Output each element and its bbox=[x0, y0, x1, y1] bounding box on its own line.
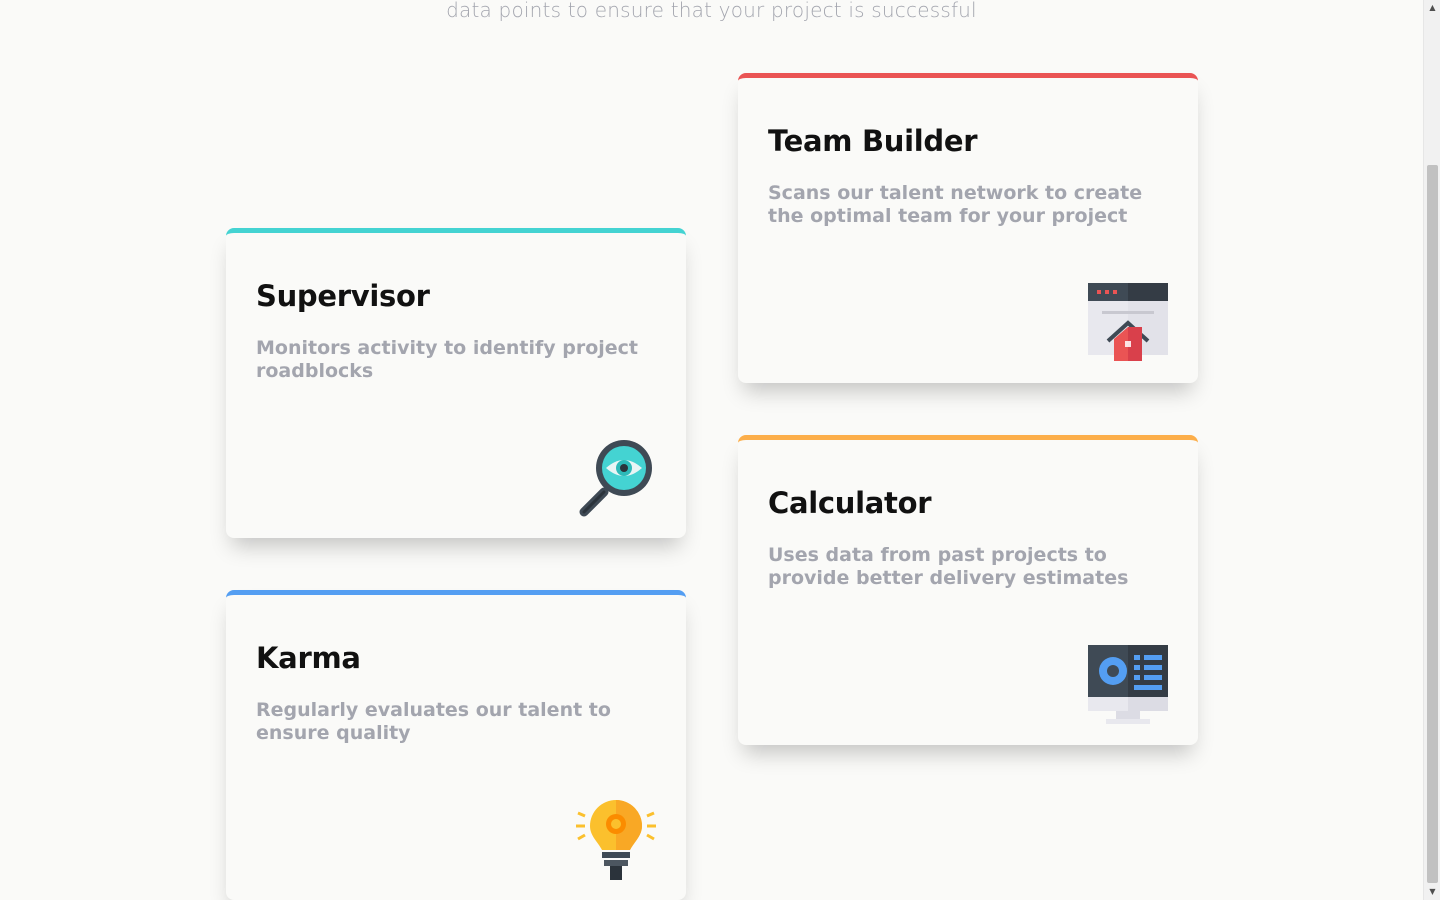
card-title: Karma bbox=[256, 641, 361, 675]
monitor-chart-icon bbox=[1088, 645, 1168, 724]
scroll-up-arrow[interactable]: ▲ bbox=[1427, 2, 1438, 14]
card-title: Team Builder bbox=[768, 124, 978, 158]
card-karma: Karma Regularly evaluates our talent to … bbox=[226, 590, 686, 900]
scroll-thumb[interactable] bbox=[1427, 165, 1438, 883]
card-team-builder: Team Builder Scans our talent network to… bbox=[738, 73, 1198, 383]
card-title: Calculator bbox=[768, 486, 932, 520]
card-description: Monitors activity to identify project ro… bbox=[256, 337, 638, 382]
scroll-down-arrow[interactable]: ▼ bbox=[1427, 886, 1438, 898]
intro-text: data points to ensure that your project … bbox=[446, 0, 977, 22]
card-description: Regularly evaluates our talent to ensure… bbox=[256, 699, 611, 744]
card-supervisor: Supervisor Monitors activity to identify… bbox=[226, 228, 686, 538]
card-description: Uses data from past projects to provide … bbox=[768, 544, 1129, 589]
magnifier-eye-icon bbox=[579, 440, 652, 517]
lightbulb-icon bbox=[576, 800, 656, 880]
vertical-scrollbar[interactable]: ▲ ▼ bbox=[1423, 0, 1440, 900]
browser-home-icon bbox=[1088, 283, 1168, 361]
card-description: Scans our talent network to create the o… bbox=[768, 182, 1143, 227]
card-calculator: Calculator Uses data from past projects … bbox=[738, 435, 1198, 745]
card-title: Supervisor bbox=[256, 279, 430, 313]
